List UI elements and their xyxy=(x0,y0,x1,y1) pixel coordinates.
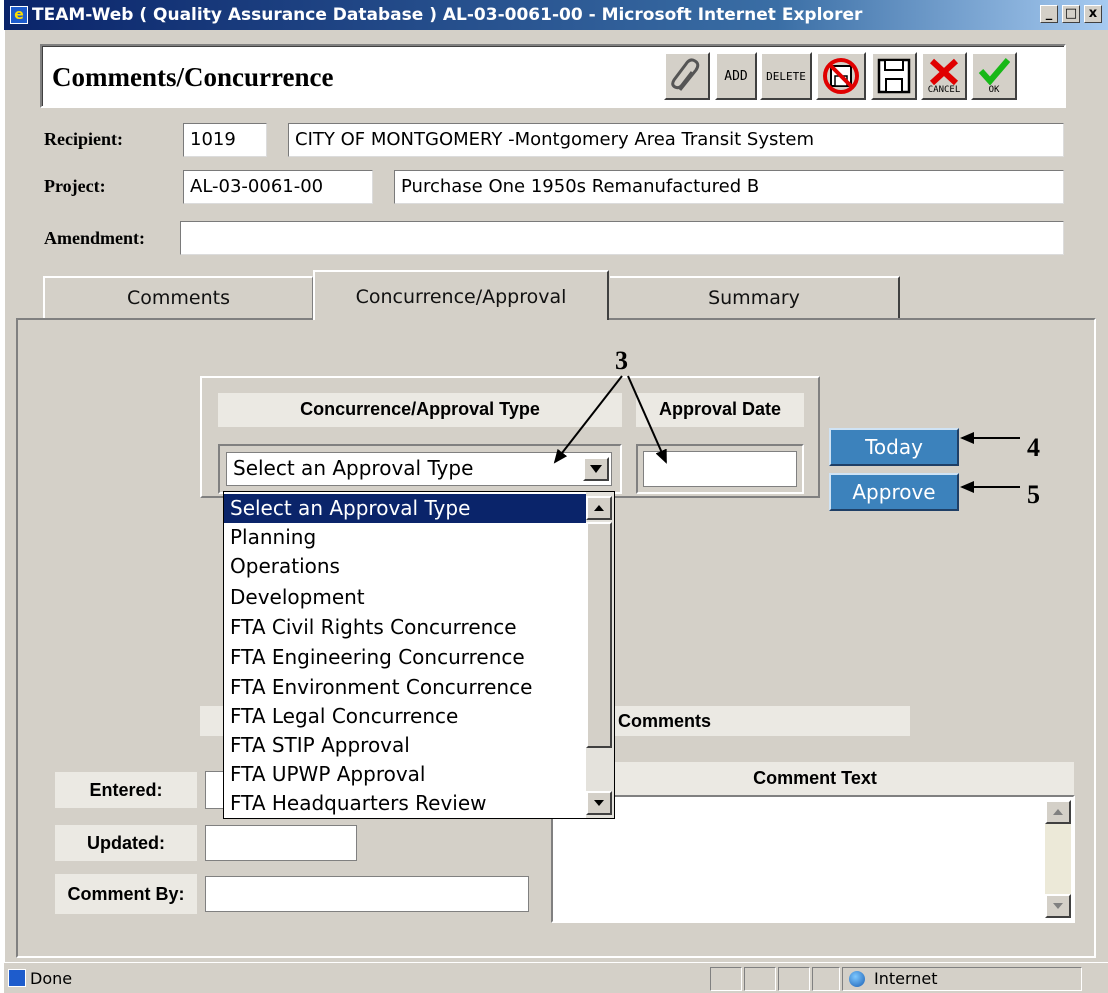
tab-concurrence-approval[interactable]: Concurrence/Approval xyxy=(313,270,609,320)
page-icon xyxy=(8,969,26,987)
annotation-4: 4 xyxy=(1027,433,1040,462)
globe-icon xyxy=(849,971,865,987)
option-development[interactable]: Development xyxy=(224,583,586,612)
chevron-up-icon xyxy=(1053,809,1063,815)
chevron-down-icon xyxy=(1053,903,1063,909)
chevron-up-icon xyxy=(594,505,604,511)
listbox-scroll-down[interactable] xyxy=(586,791,612,815)
option-fta-civil-rights[interactable]: FTA Civil Rights Concurrence xyxy=(224,613,586,642)
comment-text-area[interactable] xyxy=(551,795,1075,923)
comment-by-field[interactable] xyxy=(205,876,529,912)
option-operations[interactable]: Operations xyxy=(224,552,586,581)
status-text: Done xyxy=(30,969,73,988)
annotation-5: 5 xyxy=(1027,480,1040,509)
listbox-scroll-thumb[interactable] xyxy=(586,522,612,748)
updated-label: Updated: xyxy=(55,825,197,861)
entered-label: Entered: xyxy=(55,772,197,808)
chevron-down-icon xyxy=(594,800,604,806)
listbox-scroll-up[interactable] xyxy=(586,496,612,520)
option-fta-legal[interactable]: FTA Legal Concurrence xyxy=(224,702,586,731)
status-cell-1 xyxy=(710,967,742,991)
status-cell-4 xyxy=(812,967,840,991)
status-cell-3 xyxy=(778,967,810,991)
option-planning[interactable]: Planning xyxy=(224,523,586,552)
option-fta-engineering[interactable]: FTA Engineering Concurrence xyxy=(224,643,586,672)
option-fta-upwp[interactable]: FTA UPWP Approval xyxy=(224,760,586,789)
status-bar: Done Internet xyxy=(4,962,1108,993)
comment-text-header: Comment Text xyxy=(556,762,1074,796)
comment-scroll-down[interactable] xyxy=(1045,894,1071,918)
status-cell-2 xyxy=(744,967,776,991)
comment-scroll-up[interactable] xyxy=(1045,800,1071,824)
zone-text: Internet xyxy=(874,969,938,988)
option-fta-environment[interactable]: FTA Environment Concurrence xyxy=(224,673,586,702)
annotation-3: 3 xyxy=(615,346,628,375)
updated-field[interactable] xyxy=(205,825,357,861)
option-fta-stip[interactable]: FTA STIP Approval xyxy=(224,731,586,760)
option-select-approval-type[interactable]: Select an Approval Type xyxy=(224,494,586,523)
option-fta-headquarters[interactable]: FTA Headquarters Review xyxy=(224,789,586,818)
approval-type-listbox[interactable]: Select an Approval Type Planning Operati… xyxy=(223,491,615,819)
comment-by-label: Comment By: xyxy=(55,874,197,914)
